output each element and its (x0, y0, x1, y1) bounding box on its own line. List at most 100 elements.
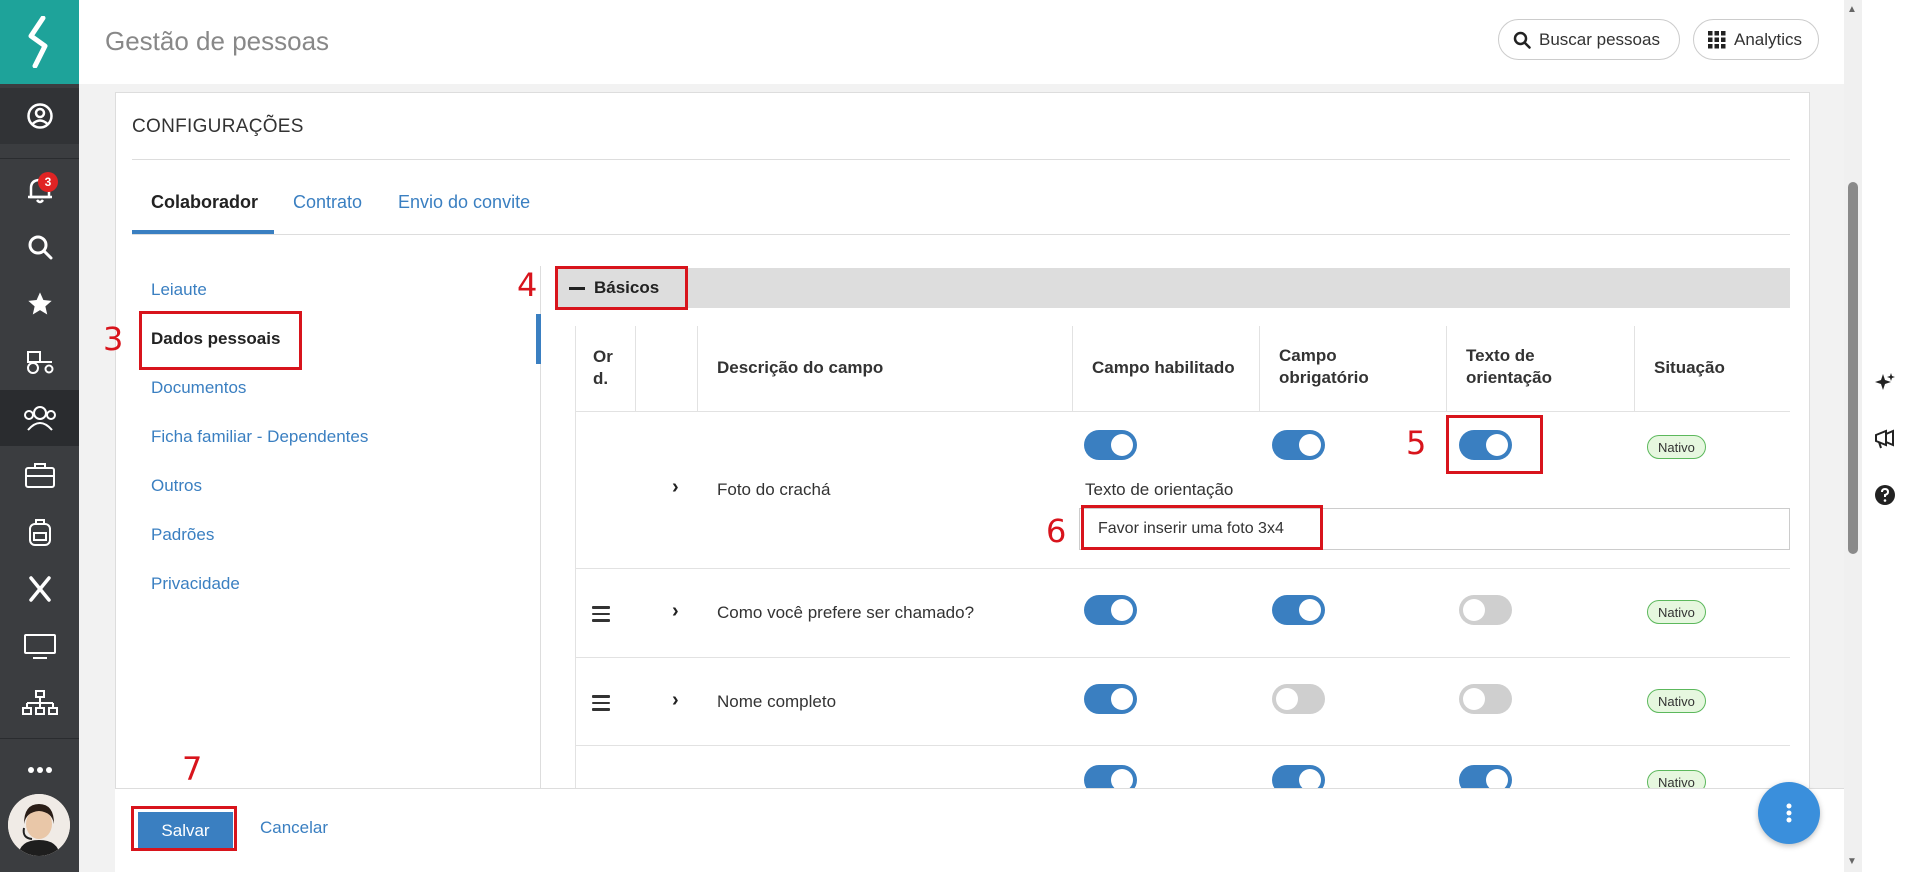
col-header-order: Or d. (593, 347, 613, 388)
field-description: Foto do crachá (717, 480, 831, 499)
side-active-indicator (536, 314, 541, 364)
nav-notifications[interactable]: 3 (0, 162, 79, 218)
col-divider (1634, 326, 1635, 412)
expand-chevron-icon[interactable]: › (672, 476, 679, 499)
row-divider (575, 657, 1790, 658)
analytics-label: Analytics (1734, 29, 1803, 49)
nav-agro[interactable] (0, 333, 79, 389)
nav-favorites[interactable] (0, 276, 79, 332)
status-badge: Nativo (1647, 600, 1706, 624)
nav-search[interactable] (0, 219, 79, 275)
fields-table (575, 326, 1790, 788)
row-divider (575, 568, 1790, 569)
scroll-up-icon[interactable]: ▲ (1847, 4, 1857, 15)
toggle-required[interactable] (1272, 430, 1325, 460)
toggle-enabled[interactable] (1084, 430, 1137, 460)
footer-bar (115, 789, 1844, 872)
analytics-button[interactable]: Analytics (1693, 19, 1819, 60)
avatar-image (8, 794, 70, 856)
annotation-number-7: 7 (182, 750, 203, 788)
tab-colaborador[interactable]: Colaborador (151, 192, 258, 213)
col-divider (1259, 326, 1260, 412)
col-header-status: Situação (1654, 358, 1725, 377)
col-header-description: Descrição do campo (717, 358, 884, 377)
annotation-number-4: 4 (517, 266, 538, 304)
nav-more[interactable] (0, 742, 79, 798)
side-item-privacidade[interactable]: Privacidade (151, 574, 240, 594)
nav-tools[interactable] (0, 561, 79, 617)
col-header-enabled: Campo habilitado (1092, 358, 1235, 377)
drag-handle-icon[interactable] (592, 695, 610, 715)
tab-envio-convite[interactable]: Envio do convite (398, 192, 530, 213)
col-divider (635, 326, 636, 412)
user-avatar[interactable] (8, 794, 70, 856)
row-divider (575, 745, 1790, 746)
star-icon (27, 292, 52, 315)
nav-profile[interactable] (0, 88, 79, 144)
side-item-documentos[interactable]: Documentos (151, 378, 246, 398)
people-icon (23, 406, 56, 431)
annotation-box-4 (555, 266, 688, 310)
annotation-number-6: 6 (1046, 512, 1067, 550)
field-description: Como você prefere ser chamado? (717, 603, 975, 622)
toggle-guidance[interactable] (1459, 595, 1512, 625)
expand-chevron-icon[interactable]: › (672, 689, 679, 712)
section-header-basicos[interactable] (555, 268, 1790, 308)
nav-monitor[interactable] (0, 618, 79, 674)
nav-separator (0, 738, 79, 739)
field-description: Nome completo (717, 692, 837, 711)
search-icon (1513, 31, 1531, 49)
nav-education[interactable] (0, 504, 79, 560)
nav-rail: 3 (0, 0, 79, 872)
annotation-box-5 (1446, 415, 1543, 474)
annotation-number-5: 5 (1406, 424, 1427, 462)
top-header: Gestão de pessoas Buscar pessoas Analyti… (79, 0, 1844, 84)
notification-badge: 3 (38, 172, 58, 192)
tab-contrato[interactable]: Contrato (293, 192, 362, 213)
sparkle-icon[interactable] (1874, 372, 1896, 399)
logo-icon (28, 16, 47, 68)
cancel-button[interactable]: Cancelar (260, 818, 328, 838)
annotation-box-7 (131, 806, 237, 851)
toggle-enabled[interactable] (1084, 595, 1137, 625)
nav-people[interactable] (0, 390, 79, 446)
backpack-icon (28, 519, 51, 546)
briefcase-icon (24, 463, 55, 488)
app-logo[interactable] (0, 0, 79, 84)
col-divider (1446, 326, 1447, 412)
annotation-box-6 (1081, 505, 1323, 550)
scroll-down-icon[interactable]: ▼ (1847, 856, 1857, 867)
side-item-ficha-familiar[interactable]: Ficha familiar - Dependentes (151, 427, 368, 447)
megaphone-icon[interactable] (1874, 428, 1896, 455)
annotation-number-3: 3 (103, 320, 124, 358)
toggle-required[interactable] (1272, 595, 1325, 625)
col-divider (1072, 326, 1073, 412)
col-divider (697, 326, 698, 412)
search-people-button[interactable]: Buscar pessoas (1498, 19, 1680, 60)
side-item-leiaute[interactable]: Leiaute (151, 280, 207, 300)
x-tools-icon (28, 576, 51, 602)
divider (132, 234, 1790, 235)
drag-handle-icon[interactable] (592, 606, 610, 626)
toggle-enabled[interactable] (1084, 684, 1137, 714)
grid-icon (1708, 30, 1726, 48)
side-item-padroes[interactable]: Padrões (151, 525, 214, 545)
more-dots-icon (27, 767, 52, 773)
monitor-icon (23, 634, 56, 659)
nav-org[interactable] (0, 675, 79, 731)
help-icon[interactable] (1874, 484, 1896, 511)
expand-chevron-icon[interactable]: › (672, 600, 679, 623)
status-badge: Nativo (1647, 435, 1706, 459)
search-icon (28, 235, 52, 260)
row-divider (575, 411, 1790, 412)
side-item-outros[interactable]: Outros (151, 476, 202, 496)
toggle-guidance[interactable] (1459, 684, 1512, 714)
tractor-icon (26, 351, 53, 374)
floating-menu-button[interactable] (1758, 782, 1820, 844)
status-badge: Nativo (1647, 689, 1706, 713)
nav-business[interactable] (0, 447, 79, 503)
search-people-label: Buscar pessoas (1539, 29, 1660, 49)
toggle-required[interactable] (1272, 684, 1325, 714)
scrollbar-thumb[interactable] (1848, 182, 1858, 554)
col-header-guidance: Texto de orientação (1466, 346, 1552, 387)
